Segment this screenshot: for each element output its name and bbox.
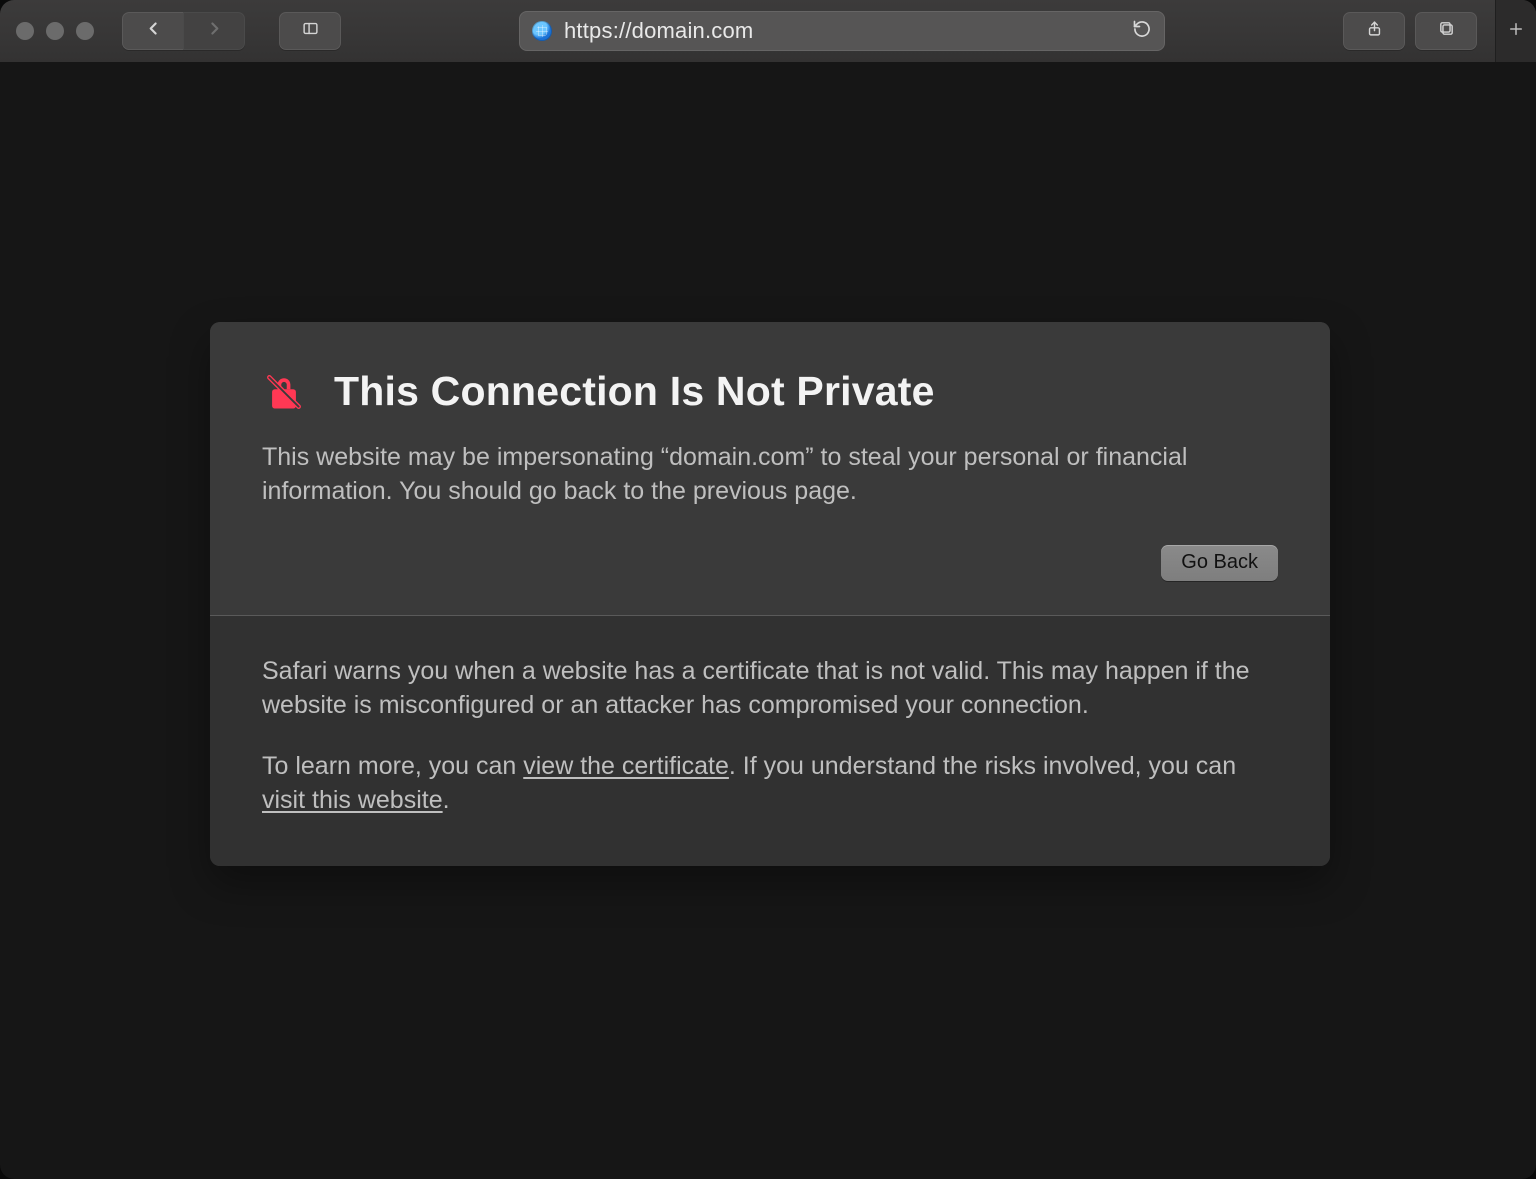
- chevron-left-icon: [145, 20, 162, 42]
- share-icon: [1366, 20, 1383, 42]
- toolbar-right: [1343, 12, 1477, 50]
- sidebar-icon: [302, 20, 319, 42]
- nav-forward-button[interactable]: [183, 12, 245, 50]
- site-favicon-icon: [532, 21, 552, 41]
- warning-explain-text: Safari warns you when a website has a ce…: [262, 654, 1262, 723]
- learn-more-prefix: To learn more, you can: [262, 752, 523, 780]
- security-warning-card: This Connection Is Not Private This webs…: [210, 322, 1330, 866]
- new-tab-button[interactable]: [1495, 0, 1536, 62]
- window-minimize-button[interactable]: [46, 22, 64, 40]
- insecure-lock-icon: [262, 370, 306, 414]
- trailing-period: .: [443, 786, 450, 814]
- window-close-button[interactable]: [16, 22, 34, 40]
- after-cert-text: . If you understand the risks involved, …: [729, 752, 1236, 780]
- address-bar-text: https://domain.com: [564, 18, 1120, 44]
- window-controls: [16, 22, 94, 40]
- warning-lead-text: This website may be impersonating “domai…: [262, 441, 1222, 509]
- view-certificate-link[interactable]: view the certificate: [523, 752, 729, 780]
- chevron-right-icon: [206, 20, 223, 42]
- page-viewport: This Connection Is Not Private This webs…: [0, 62, 1536, 1179]
- nav-back-button[interactable]: [122, 12, 183, 50]
- tabs-overview-button[interactable]: [1415, 12, 1477, 50]
- reload-button[interactable]: [1132, 19, 1152, 44]
- sidebar-toggle-button[interactable]: [279, 12, 341, 50]
- warning-learn-more-text: To learn more, you can view the certific…: [262, 749, 1262, 818]
- address-bar[interactable]: https://domain.com: [519, 11, 1165, 51]
- go-back-button[interactable]: Go Back: [1161, 545, 1278, 581]
- plus-icon: [1507, 20, 1525, 43]
- share-button[interactable]: [1343, 12, 1405, 50]
- reload-icon: [1132, 26, 1152, 43]
- window-zoom-button[interactable]: [76, 22, 94, 40]
- warning-title: This Connection Is Not Private: [334, 368, 935, 415]
- nav-back-forward: [122, 12, 245, 50]
- tabs-icon: [1438, 20, 1455, 42]
- browser-toolbar: https://domain.com: [0, 0, 1536, 63]
- visit-website-link[interactable]: visit this website: [262, 786, 443, 814]
